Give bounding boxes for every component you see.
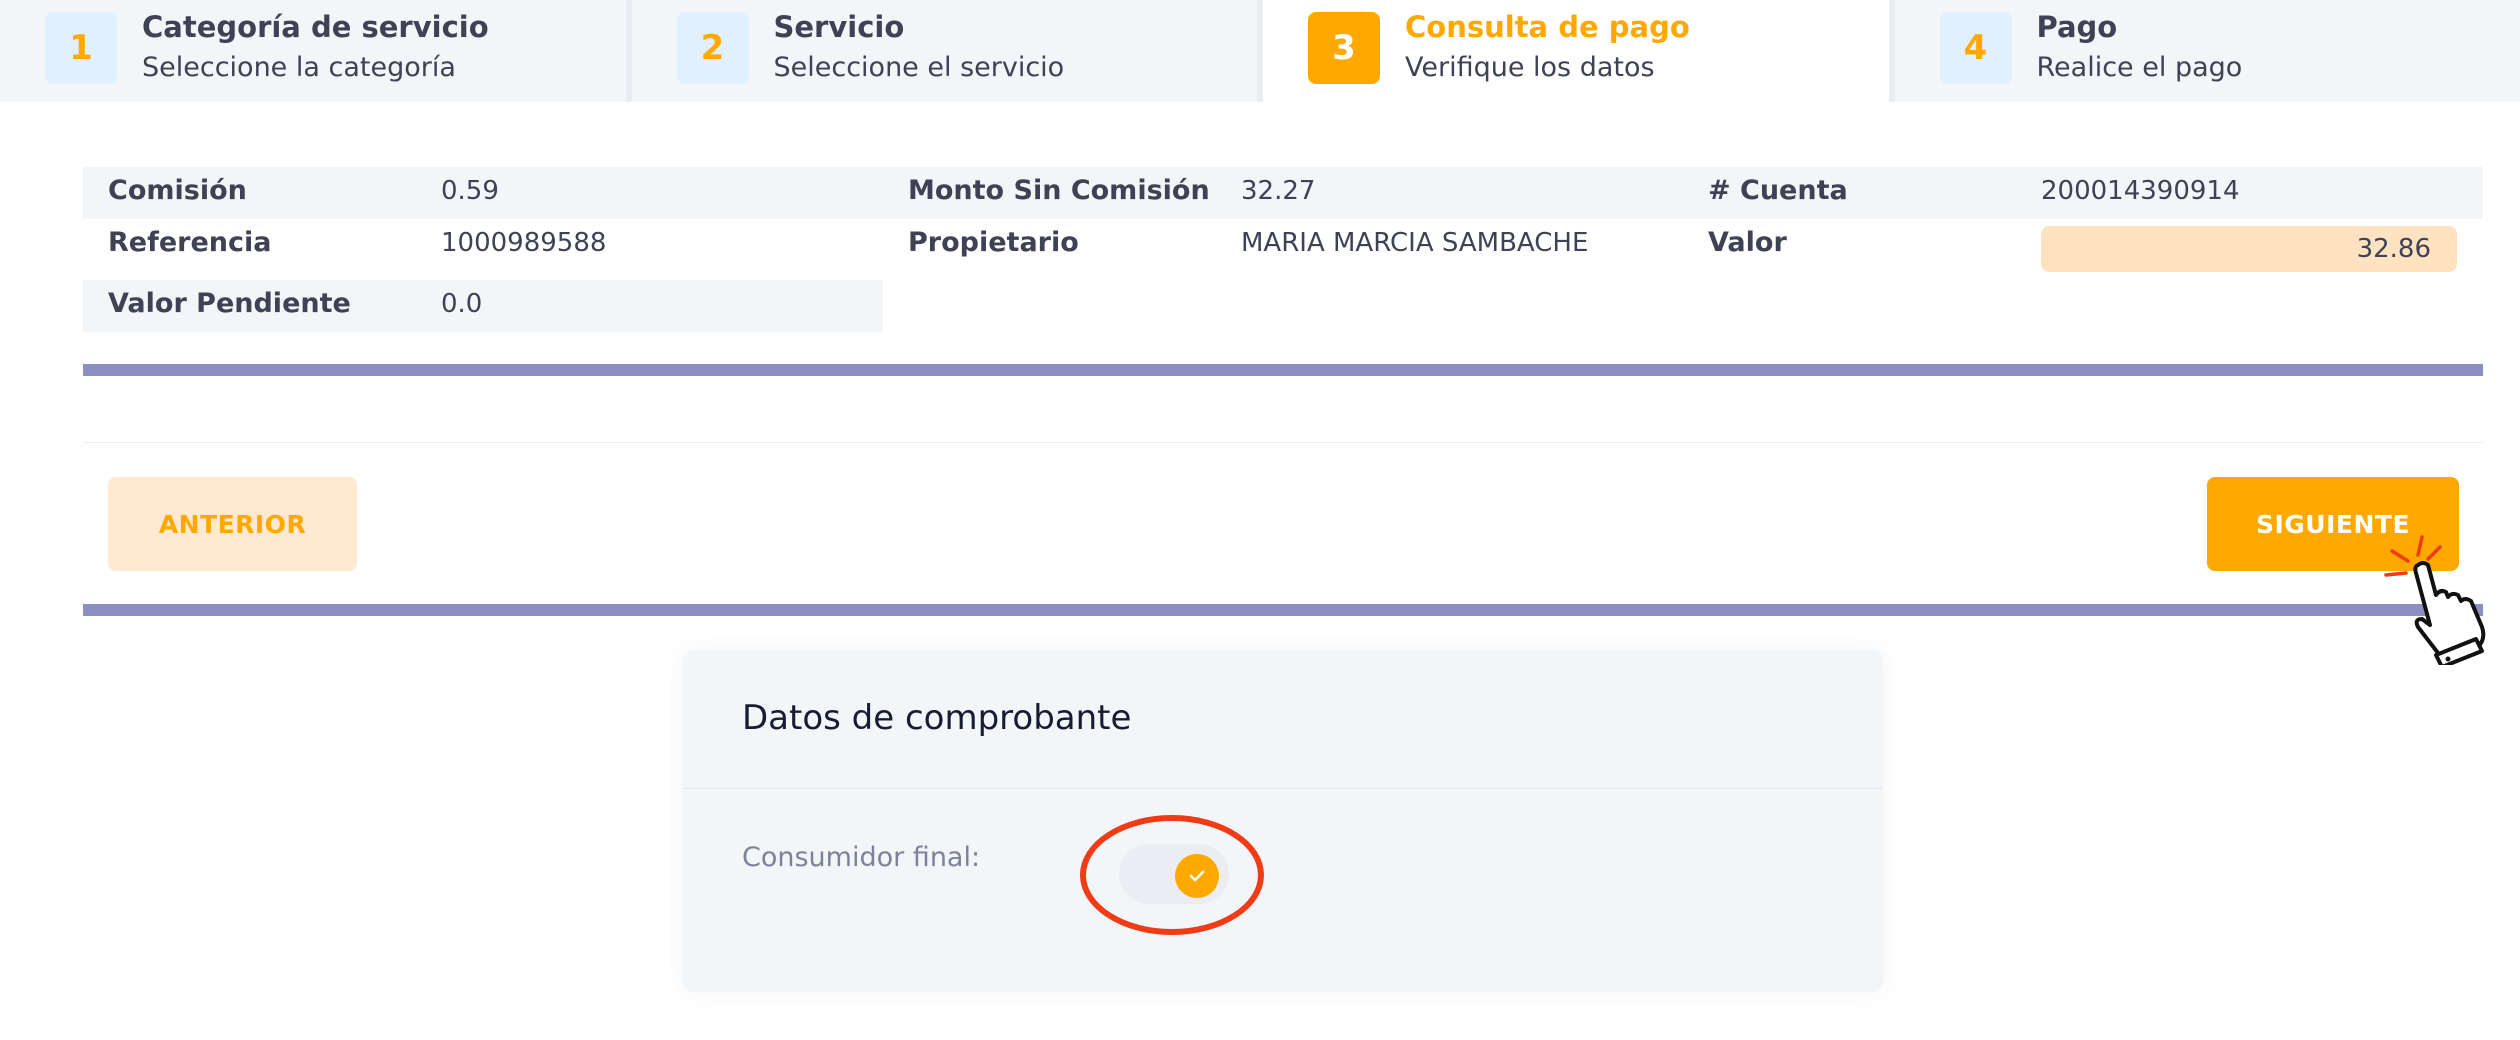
card-divider: [683, 788, 1883, 789]
step-number: 2: [676, 12, 749, 84]
comprobante-card: Datos de comprobante Consumidor final:: [683, 650, 1883, 992]
monto-sin-comision-label: Monto Sin Comisión: [908, 175, 1210, 206]
divider-bar: [83, 604, 2483, 616]
comision-label: Comisión: [108, 175, 247, 206]
step-subtitle: Seleccione la categoría: [142, 52, 456, 83]
valor-pendiente-label: Valor Pendiente: [108, 288, 351, 319]
wizard-stepper: 1 Categoría de servicio Seleccione la ca…: [0, 0, 2520, 102]
step-number: 4: [1939, 12, 2012, 84]
cuenta-value: 200014390914: [2041, 176, 2240, 206]
referencia-label: Referencia: [108, 227, 272, 258]
divider-bar: [83, 364, 2483, 376]
step-consulta-de-pago[interactable]: 3 Consulta de pago Verifique los datos: [1263, 0, 1895, 102]
referencia-value: 1000989588: [441, 228, 607, 258]
consumidor-final-label: Consumidor final:: [742, 842, 981, 873]
step-subtitle: Verifique los datos: [1405, 52, 1655, 83]
step-subtitle: Seleccione el servicio: [773, 52, 1065, 83]
step-title: Pago: [2036, 10, 2118, 44]
divider-line: [83, 442, 2483, 443]
step-servicio[interactable]: 2 Servicio Seleccione el servicio: [631, 0, 1263, 102]
step-subtitle: Realice el pago: [2036, 52, 2243, 83]
highlight-circle: [1080, 815, 1264, 935]
comision-value: 0.59: [441, 176, 499, 206]
step-title: Consulta de pago: [1405, 10, 1690, 44]
step-pago[interactable]: 4 Pago Realice el pago: [1894, 0, 2520, 102]
step-number: 3: [1308, 12, 1380, 84]
step-title: Servicio: [773, 10, 905, 44]
step-title: Categoría de servicio: [142, 10, 489, 44]
propietario-label: Propietario: [908, 227, 1079, 258]
step-number: 1: [45, 12, 117, 84]
hand-pointer-icon: [2384, 535, 2486, 665]
anterior-button[interactable]: ANTERIOR: [108, 477, 357, 571]
valor-field[interactable]: 32.86: [2041, 226, 2457, 272]
cuenta-label: # Cuenta: [1708, 175, 1848, 206]
valor-label: Valor: [1708, 227, 1787, 258]
monto-sin-comision-value: 32.27: [1241, 176, 1316, 206]
card-title: Datos de comprobante: [742, 698, 1132, 738]
valor-pendiente-value: 0.0: [441, 289, 483, 319]
propietario-value: MARIA MARCIA SAMBACHE: [1241, 228, 1589, 258]
step-categoria[interactable]: 1 Categoría de servicio Seleccione la ca…: [0, 0, 632, 102]
